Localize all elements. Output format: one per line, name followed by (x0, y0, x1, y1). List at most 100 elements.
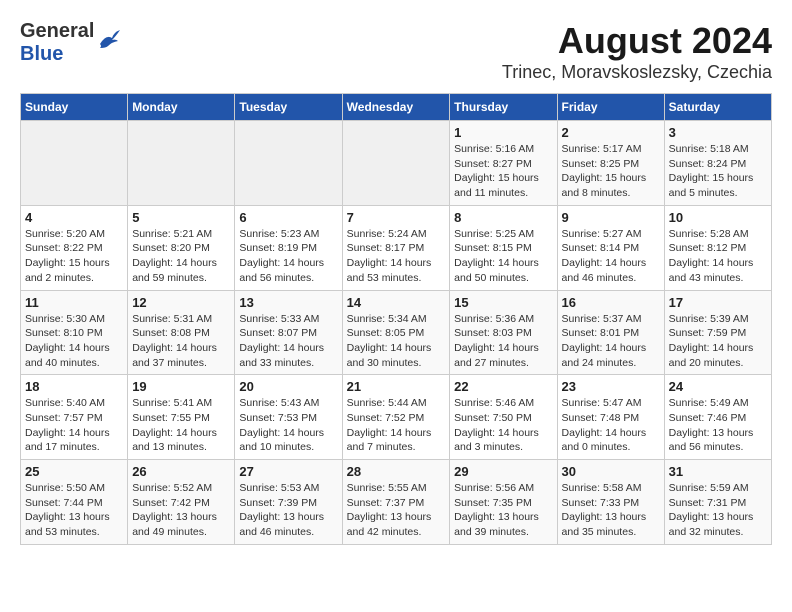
header-cell-tuesday: Tuesday (235, 94, 342, 121)
calendar-cell: 31Sunrise: 5:59 AM Sunset: 7:31 PM Dayli… (664, 460, 771, 545)
calendar-cell: 3 Sunrise: 5:18 AM Sunset: 8:24 PM Daylig… (664, 121, 771, 206)
day-number: 26 (132, 464, 230, 479)
day-info: Sunrise: 5:58 AM Sunset: 7:33 PM Dayligh… (562, 481, 660, 540)
calendar-cell: 29Sunrise: 5:56 AM Sunset: 7:35 PM Dayli… (450, 460, 557, 545)
day-number: 28 (347, 464, 446, 479)
calendar-table: SundayMondayTuesdayWednesdayThursdayFrid… (20, 93, 772, 545)
day-number: 10 (669, 210, 767, 225)
calendar-cell: 4Sunrise: 5:20 AM Sunset: 8:22 PM Daylig… (21, 205, 128, 290)
day-number: 25 (25, 464, 123, 479)
logo-text: General Blue (20, 20, 94, 66)
calendar-cell: 5Sunrise: 5:21 AM Sunset: 8:20 PM Daylig… (128, 205, 235, 290)
calendar-cell (128, 121, 235, 206)
header-cell-monday: Monday (128, 94, 235, 121)
calendar-cell: 14 Sunrise: 5:34 AM Sunset: 8:05 PM Dayli… (342, 290, 450, 375)
day-info: Sunrise: 5:34 AM Sunset: 8:05 PM Dayligh… (347, 312, 446, 371)
header-cell-sunday: Sunday (21, 94, 128, 121)
day-info: Sunrise: 5:52 AM Sunset: 7:42 PM Dayligh… (132, 481, 230, 540)
page-subtitle: Trinec, Moravskoslezsky, Czechia (502, 62, 772, 83)
day-number: 9 (562, 210, 660, 225)
day-number: 1 (454, 125, 552, 140)
day-number: 19 (132, 379, 230, 394)
day-info: Sunrise: 5:25 AM Sunset: 8:15 PM Dayligh… (454, 227, 552, 286)
header-row: SundayMondayTuesdayWednesdayThursdayFrid… (21, 94, 772, 121)
calendar-cell: 21Sunrise: 5:44 AM Sunset: 7:52 PM Dayli… (342, 375, 450, 460)
day-number: 23 (562, 379, 660, 394)
day-info: Sunrise: 5:50 AM Sunset: 7:44 PM Dayligh… (25, 481, 123, 540)
calendar-cell: 27 Sunrise: 5:53 AM Sunset: 7:39 PM Dayli… (235, 460, 342, 545)
day-number: 15 (454, 295, 552, 310)
header-cell-friday: Friday (557, 94, 664, 121)
day-info: Sunrise: 5:44 AM Sunset: 7:52 PM Dayligh… (347, 396, 446, 455)
calendar-cell: 19 Sunrise: 5:41 AM Sunset: 7:55 PM Dayli… (128, 375, 235, 460)
day-info: Sunrise: 5:39 AM Sunset: 7:59 PM Dayligh… (669, 312, 767, 371)
header-cell-thursday: Thursday (450, 94, 557, 121)
calendar-body: 1 Sunrise: 5:16 AM Sunset: 8:27 PM Daylig… (21, 121, 772, 545)
day-info: Sunrise: 5:30 AM Sunset: 8:10 PM Dayligh… (25, 312, 123, 371)
calendar-cell: 7 Sunrise: 5:24 AM Sunset: 8:17 PM Daylig… (342, 205, 450, 290)
header-cell-saturday: Saturday (664, 94, 771, 121)
calendar-week-5: 25 Sunrise: 5:50 AM Sunset: 7:44 PM Dayli… (21, 460, 772, 545)
day-number: 18 (25, 379, 123, 394)
calendar-cell: 23 Sunrise: 5:47 AM Sunset: 7:48 PM Dayli… (557, 375, 664, 460)
day-number: 3 (669, 125, 767, 140)
day-info: Sunrise: 5:28 AM Sunset: 8:12 PM Dayligh… (669, 227, 767, 286)
day-number: 22 (454, 379, 552, 394)
day-info: Sunrise: 5:55 AM Sunset: 7:37 PM Dayligh… (347, 481, 446, 540)
title-block: August 2024 Trinec, Moravskoslezsky, Cze… (502, 20, 772, 83)
day-info: Sunrise: 5:33 AM Sunset: 8:07 PM Dayligh… (239, 312, 337, 371)
calendar-cell: 13Sunrise: 5:33 AM Sunset: 8:07 PM Dayli… (235, 290, 342, 375)
day-number: 2 (562, 125, 660, 140)
calendar-cell: 24 Sunrise: 5:49 AM Sunset: 7:46 PM Dayli… (664, 375, 771, 460)
day-info: Sunrise: 5:16 AM Sunset: 8:27 PM Dayligh… (454, 142, 552, 201)
day-info: Sunrise: 5:24 AM Sunset: 8:17 PM Dayligh… (347, 227, 446, 286)
day-info: Sunrise: 5:59 AM Sunset: 7:31 PM Dayligh… (669, 481, 767, 540)
calendar-cell: 16Sunrise: 5:37 AM Sunset: 8:01 PM Dayli… (557, 290, 664, 375)
day-number: 5 (132, 210, 230, 225)
day-number: 14 (347, 295, 446, 310)
page-header: General Blue August 2024 Trinec, Moravsk… (20, 20, 772, 83)
day-number: 16 (562, 295, 660, 310)
day-info: Sunrise: 5:56 AM Sunset: 7:35 PM Dayligh… (454, 481, 552, 540)
day-number: 30 (562, 464, 660, 479)
calendar-week-4: 18Sunrise: 5:40 AM Sunset: 7:57 PM Dayli… (21, 375, 772, 460)
header-cell-wednesday: Wednesday (342, 94, 450, 121)
day-info: Sunrise: 5:27 AM Sunset: 8:14 PM Dayligh… (562, 227, 660, 286)
calendar-cell: 1 Sunrise: 5:16 AM Sunset: 8:27 PM Daylig… (450, 121, 557, 206)
logo-blue: Blue (20, 43, 94, 66)
calendar-cell: 6 Sunrise: 5:23 AM Sunset: 8:19 PM Daylig… (235, 205, 342, 290)
day-info: Sunrise: 5:41 AM Sunset: 7:55 PM Dayligh… (132, 396, 230, 455)
calendar-cell: 8Sunrise: 5:25 AM Sunset: 8:15 PM Daylig… (450, 205, 557, 290)
calendar-cell: 20Sunrise: 5:43 AM Sunset: 7:53 PM Dayli… (235, 375, 342, 460)
day-number: 11 (25, 295, 123, 310)
day-number: 24 (669, 379, 767, 394)
day-info: Sunrise: 5:47 AM Sunset: 7:48 PM Dayligh… (562, 396, 660, 455)
day-number: 6 (239, 210, 337, 225)
day-info: Sunrise: 5:18 AM Sunset: 8:24 PM Dayligh… (669, 142, 767, 201)
day-info: Sunrise: 5:36 AM Sunset: 8:03 PM Dayligh… (454, 312, 552, 371)
logo-bird-icon (98, 30, 120, 53)
calendar-cell: 25 Sunrise: 5:50 AM Sunset: 7:44 PM Dayli… (21, 460, 128, 545)
day-info: Sunrise: 5:49 AM Sunset: 7:46 PM Dayligh… (669, 396, 767, 455)
calendar-cell: 18Sunrise: 5:40 AM Sunset: 7:57 PM Dayli… (21, 375, 128, 460)
calendar-week-1: 1 Sunrise: 5:16 AM Sunset: 8:27 PM Daylig… (21, 121, 772, 206)
day-info: Sunrise: 5:43 AM Sunset: 7:53 PM Dayligh… (239, 396, 337, 455)
day-number: 27 (239, 464, 337, 479)
day-number: 7 (347, 210, 446, 225)
calendar-week-3: 11 Sunrise: 5:30 AM Sunset: 8:10 PM Dayli… (21, 290, 772, 375)
calendar-cell (342, 121, 450, 206)
calendar-cell: 28 Sunrise: 5:55 AM Sunset: 7:37 PM Dayli… (342, 460, 450, 545)
day-info: Sunrise: 5:53 AM Sunset: 7:39 PM Dayligh… (239, 481, 337, 540)
page-title: August 2024 (502, 20, 772, 62)
calendar-cell: 11 Sunrise: 5:30 AM Sunset: 8:10 PM Dayli… (21, 290, 128, 375)
calendar-cell: 9 Sunrise: 5:27 AM Sunset: 8:14 PM Daylig… (557, 205, 664, 290)
day-number: 4 (25, 210, 123, 225)
calendar-cell: 10 Sunrise: 5:28 AM Sunset: 8:12 PM Dayli… (664, 205, 771, 290)
day-number: 17 (669, 295, 767, 310)
calendar-cell: 22Sunrise: 5:46 AM Sunset: 7:50 PM Dayli… (450, 375, 557, 460)
logo: General Blue (20, 20, 120, 66)
calendar-week-2: 4Sunrise: 5:20 AM Sunset: 8:22 PM Daylig… (21, 205, 772, 290)
day-info: Sunrise: 5:23 AM Sunset: 8:19 PM Dayligh… (239, 227, 337, 286)
day-info: Sunrise: 5:17 AM Sunset: 8:25 PM Dayligh… (562, 142, 660, 201)
logo-general: General (20, 20, 94, 43)
